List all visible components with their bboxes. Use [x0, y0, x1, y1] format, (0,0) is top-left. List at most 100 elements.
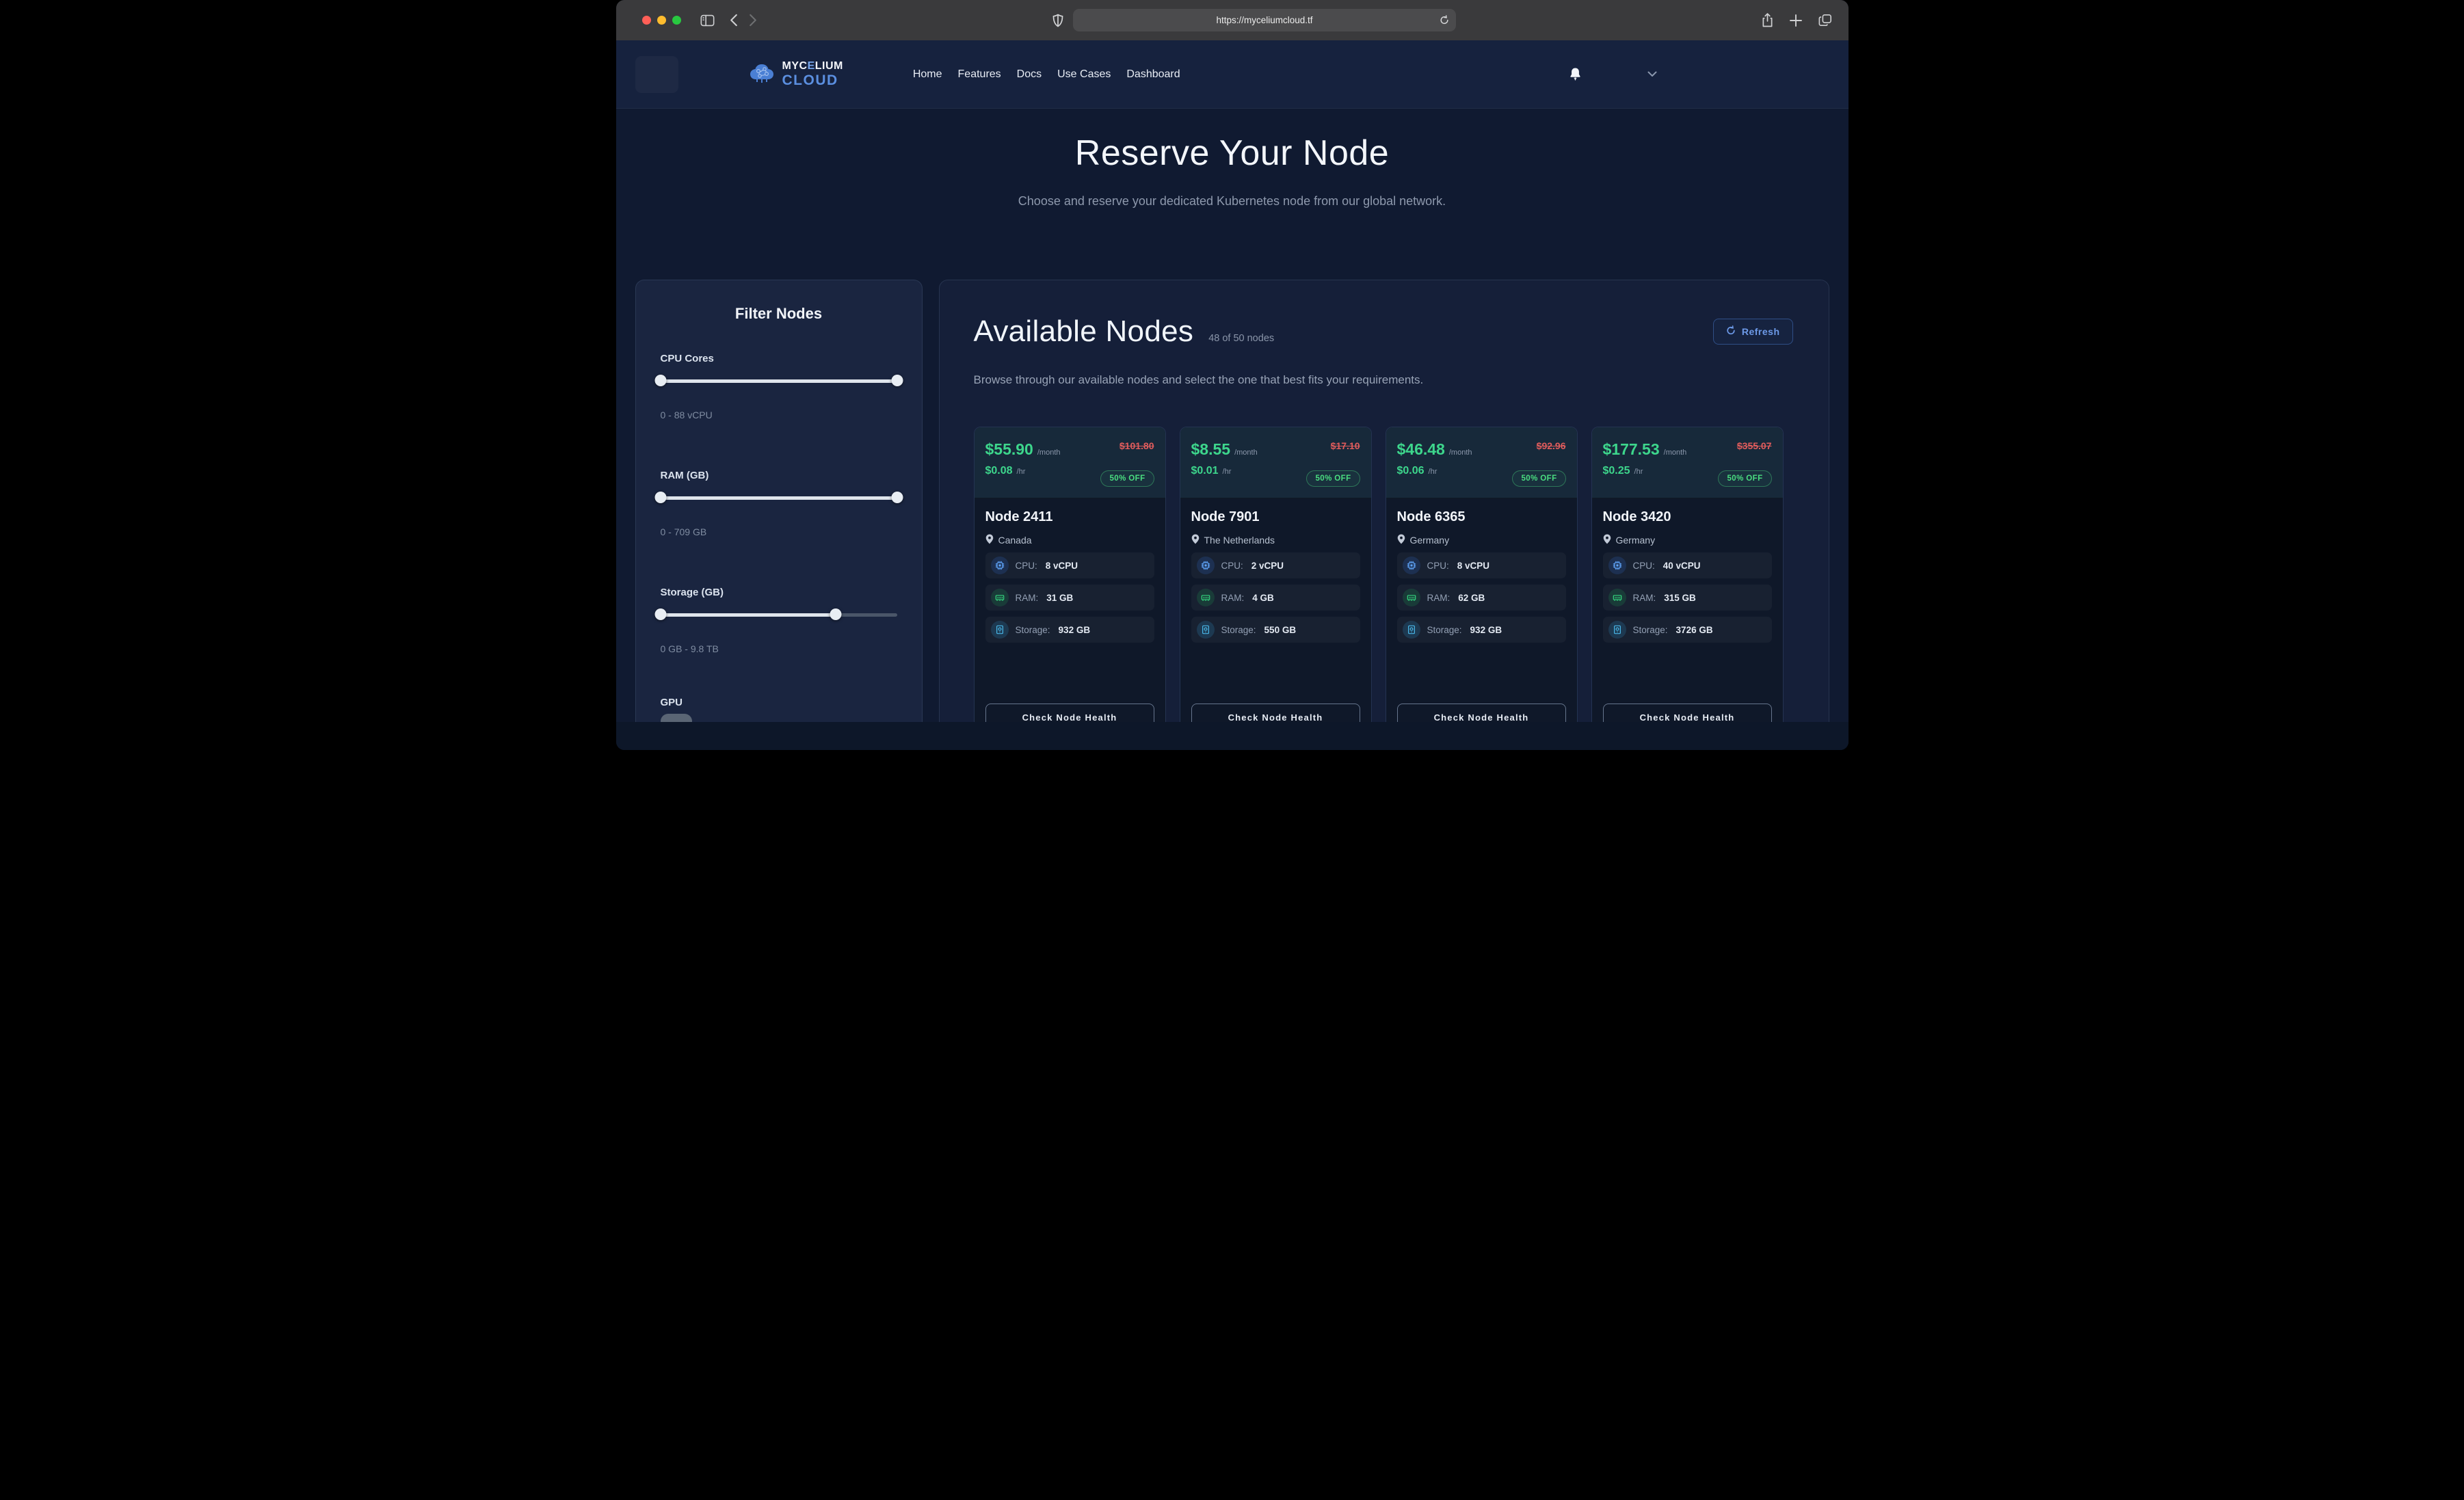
node-card[interactable]: $177.53 /month $0.25 /hr $355.07 50% OFF…: [1591, 427, 1784, 741]
available-nodes-panel: Available Nodes 48 of 50 nodes Refresh B…: [939, 280, 1829, 750]
node-cards-row: $55.90 /month $0.08 /hr $101.80 50% OFF …: [974, 427, 1793, 741]
card-pricing-header: $55.90 /month $0.08 /hr $101.80 50% OFF: [975, 427, 1165, 498]
cpu-spec-label: CPU:: [1221, 561, 1243, 571]
zoom-window-button[interactable]: [672, 16, 681, 25]
nav-links: Home Features Docs Use Cases Dashboard: [912, 66, 1182, 83]
share-icon[interactable]: [1762, 13, 1773, 27]
cpu-spec-row: CPU: 8 vCPU: [1397, 552, 1566, 578]
ram-icon: [1197, 589, 1215, 606]
brand-logo[interactable]: MYCELIUM CLOUD: [748, 61, 843, 88]
cpu-cores-slider[interactable]: [661, 375, 897, 386]
storage-label: Storage (GB): [661, 587, 897, 598]
slider-max-handle[interactable]: [891, 375, 903, 386]
ram-spec-row: RAM: 31 GB: [985, 585, 1154, 611]
refresh-button[interactable]: Refresh: [1713, 319, 1793, 345]
node-card[interactable]: $55.90 /month $0.08 /hr $101.80 50% OFF …: [974, 427, 1166, 741]
original-price-strikethrough: $355.07: [1737, 440, 1772, 451]
ram-spec-value: 31 GB: [1046, 593, 1073, 603]
per-hour-label: /hr: [1017, 468, 1026, 476]
storage-spec-label: Storage:: [1016, 625, 1050, 635]
discount-badge: 50% OFF: [1718, 470, 1771, 487]
slider-max-handle[interactable]: [830, 608, 841, 620]
storage-spec-row: Storage: 550 GB: [1191, 617, 1360, 643]
card-pricing-header: $46.48 /month $0.06 /hr $92.96 50% OFF: [1386, 427, 1577, 498]
storage-spec-value: 932 GB: [1059, 625, 1091, 635]
close-window-button[interactable]: [642, 16, 651, 25]
storage-spec-label: Storage:: [1633, 625, 1668, 635]
slider-min-handle[interactable]: [654, 375, 666, 386]
location-pin-icon: [985, 534, 994, 546]
location-pin-icon: [1603, 534, 1611, 546]
tab-overview-icon[interactable]: [1818, 14, 1832, 27]
ram-range-text: 0 - 709 GB: [661, 526, 897, 537]
nav-link-dashboard[interactable]: Dashboard: [1125, 66, 1181, 83]
address-bar[interactable]: https://myceliumcloud.tf: [1073, 9, 1456, 31]
per-month-label: /month: [1234, 448, 1258, 457]
card-body: Node 3420 Germany CPU: 40 vCPU: [1592, 498, 1783, 740]
monthly-price: $8.55: [1191, 440, 1231, 459]
card-body: Node 6365 Germany CPU: 8 vCPU: [1386, 498, 1577, 740]
cpu-icon: [991, 557, 1009, 574]
node-location: Canada: [985, 534, 1154, 546]
nodes-count-badge: 48 of 50 nodes: [1208, 333, 1274, 344]
brand-cloud-icon: [748, 62, 776, 87]
ram-spec-label: RAM:: [1427, 593, 1450, 603]
nodes-title: Available Nodes: [974, 314, 1194, 349]
cpu-spec-label: CPU:: [1633, 561, 1655, 571]
ram-spec-row: RAM: 315 GB: [1603, 585, 1772, 611]
nav-link-features[interactable]: Features: [957, 66, 1003, 83]
ram-spec-label: RAM:: [1633, 593, 1656, 603]
per-month-label: /month: [1664, 448, 1687, 457]
site-navbar: MYCELIUM CLOUD Home Features Docs Use Ca…: [616, 40, 1849, 109]
back-icon[interactable]: [730, 14, 738, 27]
slider-selected-range: [661, 379, 897, 383]
hero-section: Reserve Your Node Choose and reserve you…: [616, 109, 1849, 209]
monthly-price: $177.53: [1603, 440, 1660, 459]
per-hour-label: /hr: [1223, 468, 1232, 476]
privacy-shield-icon[interactable]: [1052, 14, 1063, 27]
slider-min-handle[interactable]: [654, 608, 666, 620]
nav-link-use-cases[interactable]: Use Cases: [1056, 66, 1112, 83]
original-price-strikethrough: $101.80: [1120, 440, 1154, 451]
storage-slider[interactable]: [661, 609, 897, 620]
page-subtitle: Choose and reserve your dedicated Kubern…: [616, 194, 1849, 209]
node-location: The Netherlands: [1191, 534, 1360, 546]
ram-spec-label: RAM:: [1016, 593, 1039, 603]
card-pricing-header: $177.53 /month $0.25 /hr $355.07 50% OFF: [1592, 427, 1783, 498]
sidebar-toggle-icon[interactable]: [700, 14, 715, 27]
ram-slider[interactable]: [661, 492, 897, 503]
hourly-price: $0.25: [1603, 465, 1630, 477]
slider-max-handle[interactable]: [891, 492, 903, 503]
nav-link-docs[interactable]: Docs: [1016, 66, 1043, 83]
notifications-bell-icon[interactable]: [1569, 67, 1582, 81]
reload-icon[interactable]: [1440, 15, 1449, 25]
per-hour-label: /hr: [1634, 468, 1643, 476]
discount-badge: 50% OFF: [1306, 470, 1360, 487]
forward-icon[interactable]: [749, 14, 757, 27]
node-card[interactable]: $8.55 /month $0.01 /hr $17.10 50% OFF No…: [1180, 427, 1372, 741]
ram-spec-row: RAM: 62 GB: [1397, 585, 1566, 611]
nav-link-home[interactable]: Home: [912, 66, 944, 83]
chevron-down-icon[interactable]: [1647, 71, 1657, 77]
storage-icon: [991, 621, 1009, 639]
node-location: Germany: [1603, 534, 1772, 546]
ram-spec-value: 4 GB: [1252, 593, 1274, 603]
cpu-icon: [1403, 557, 1420, 574]
cpu-spec-label: CPU:: [1427, 561, 1449, 571]
ram-icon: [1403, 589, 1420, 606]
node-name: Node 6365: [1397, 509, 1566, 525]
slider-selected-range: [661, 613, 836, 617]
node-card[interactable]: $46.48 /month $0.06 /hr $92.96 50% OFF N…: [1386, 427, 1578, 741]
card-body: Node 2411 Canada CPU: 8 vCPU: [975, 498, 1165, 740]
slider-min-handle[interactable]: [654, 492, 666, 503]
main-content: Filter Nodes CPU Cores 0 - 88 vCPU RAM (…: [616, 280, 1849, 750]
toolbar-right-actions: [1762, 13, 1832, 27]
minimize-window-button[interactable]: [657, 16, 666, 25]
filter-panel: Filter Nodes CPU Cores 0 - 88 vCPU RAM (…: [635, 280, 923, 750]
discount-badge: 50% OFF: [1100, 470, 1154, 487]
new-tab-icon[interactable]: [1790, 14, 1802, 27]
storage-spec-value: 3726 GB: [1676, 625, 1713, 635]
location-pin-icon: [1397, 534, 1405, 546]
card-pricing-header: $8.55 /month $0.01 /hr $17.10 50% OFF: [1180, 427, 1371, 498]
card-body: Node 7901 The Netherlands CPU: 2 vCP: [1180, 498, 1371, 740]
